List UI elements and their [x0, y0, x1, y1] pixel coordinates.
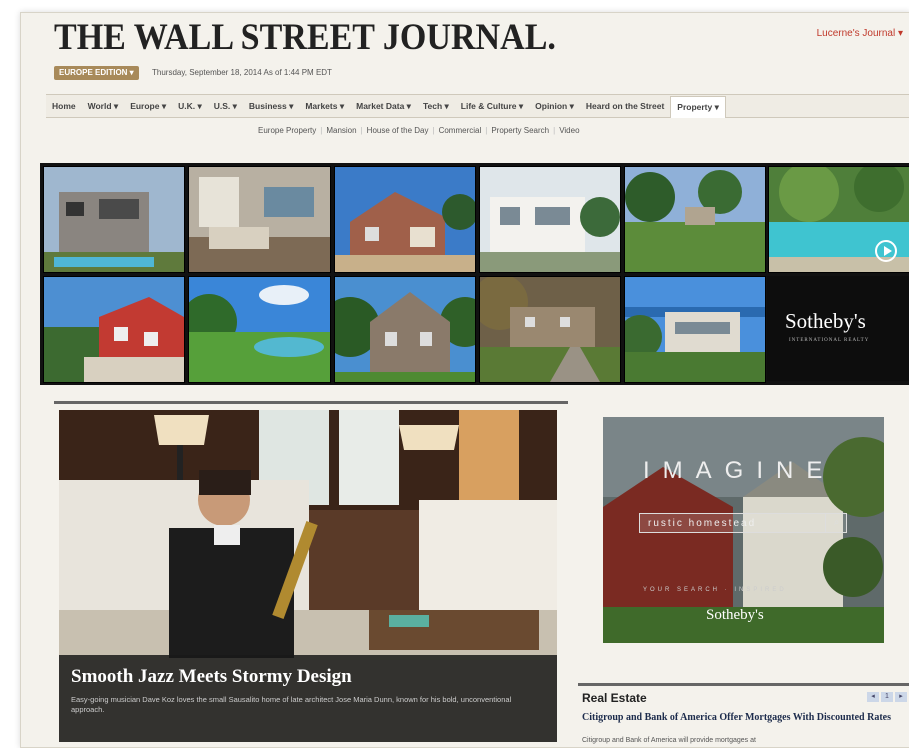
gallery-photo-garden-pool[interactable]: [188, 276, 331, 383]
play-video-icon[interactable]: [875, 240, 897, 262]
nav-item-property[interactable]: Property ▾: [670, 95, 726, 118]
subnav-divider: |: [360, 126, 363, 135]
masthead-logo[interactable]: THE WALL STREET JOURNAL.: [54, 16, 556, 59]
subnav-property-search[interactable]: Property Search: [491, 126, 549, 135]
subnav-divider: |: [485, 126, 488, 135]
real-estate-headline[interactable]: Citigroup and Bank of America Offer Mort…: [582, 712, 902, 723]
real-estate-dek: Citigroup and Bank of America will provi…: [582, 737, 756, 744]
subnav-divider: |: [432, 126, 435, 135]
subnav-divider: |: [320, 126, 323, 135]
subnav-video[interactable]: Video: [559, 126, 579, 135]
subnav-house-of-the-day[interactable]: House of the Day: [367, 126, 429, 135]
nav-item-world[interactable]: World ▾: [82, 101, 125, 112]
sothebys-gallery-tile[interactable]: Sotheby's INTERNATIONAL REALTY: [767, 276, 909, 381]
subnav-mansion[interactable]: Mansion: [326, 126, 356, 135]
dateline: Thursday, September 18, 2014 As of 1:44 …: [152, 68, 332, 77]
nav-item-us[interactable]: U.S. ▾: [208, 101, 243, 112]
subnav-europe-property[interactable]: Europe Property: [258, 126, 316, 135]
nav-item-business[interactable]: Business ▾: [243, 101, 299, 112]
ad-search-input[interactable]: rustic homestead: [639, 513, 847, 533]
gallery-photo-modern-house-pool[interactable]: [43, 166, 185, 273]
nav-item-tech[interactable]: Tech ▾: [417, 101, 455, 112]
gallery-photo-estate-lawn[interactable]: [624, 166, 766, 273]
gallery-photo-living-room[interactable]: [188, 166, 331, 273]
pager-page: 1: [881, 692, 893, 702]
ad-logo: Sotheby's: [706, 607, 764, 623]
nav-item-markets[interactable]: Markets ▾: [299, 101, 350, 112]
subnav-divider: |: [553, 126, 556, 135]
nav-item-europe[interactable]: Europe ▾: [124, 101, 172, 112]
sothebys-ad[interactable]: IMAGINE rustic homestead ⌕ YOUR SEARCH ·…: [603, 417, 884, 643]
hero-headline[interactable]: Smooth Jazz Meets Stormy Design: [71, 666, 352, 688]
gallery-photo-brick-house[interactable]: [334, 166, 476, 273]
section-rule: [54, 401, 568, 404]
search-icon[interactable]: ⌕: [825, 514, 847, 532]
sothebys-brand-sub: INTERNATIONAL REALTY: [789, 338, 870, 343]
gallery-photo-red-house-hillside[interactable]: [43, 276, 185, 383]
ad-headline: IMAGINE: [643, 457, 836, 484]
hero-caption: Smooth Jazz Meets Stormy Design Easy-goi…: [59, 655, 557, 742]
gallery-photo-stone-manor[interactable]: [334, 276, 476, 383]
pager-prev-icon[interactable]: ◂: [867, 692, 879, 702]
nav-item-home[interactable]: Home: [46, 101, 82, 111]
real-estate-label[interactable]: Real Estate: [582, 691, 647, 705]
hero-description: Easy-going musician Dave Koz loves the s…: [71, 695, 512, 714]
main-nav: Home World ▾ Europe ▾ U.K. ▾ U.S. ▾ Busi…: [46, 94, 909, 118]
gallery-photo-white-villa[interactable]: [479, 166, 621, 273]
nav-item-uk[interactable]: U.K. ▾: [172, 101, 208, 112]
pager-next-icon[interactable]: ▸: [895, 692, 907, 702]
user-journal-link[interactable]: Lucerne's Journal ▾: [817, 28, 903, 39]
nav-item-heard-on-the-street[interactable]: Heard on the Street: [580, 101, 670, 111]
gallery-photo-coastal-villa[interactable]: [624, 276, 766, 383]
ad-tagline: YOUR SEARCH · INSPIRED: [643, 587, 787, 593]
nav-item-life-culture[interactable]: Life & Culture ▾: [455, 101, 529, 112]
subnav-commercial[interactable]: Commercial: [439, 126, 482, 135]
gallery-photo-tudor-estate[interactable]: [479, 276, 621, 383]
property-subnav: Europe Property | Mansion | House of the D…: [258, 126, 580, 135]
real-estate-pager: ◂ 1 ▸: [867, 692, 907, 702]
sothebys-brand: Sotheby's: [785, 309, 866, 333]
real-estate-header: Real Estate ◂ 1 ▸: [578, 683, 909, 708]
nav-item-opinion[interactable]: Opinion ▾: [529, 101, 580, 112]
nav-item-market-data[interactable]: Market Data ▾: [350, 101, 417, 112]
edition-selector[interactable]: EUROPE EDITION ▾: [54, 66, 139, 80]
